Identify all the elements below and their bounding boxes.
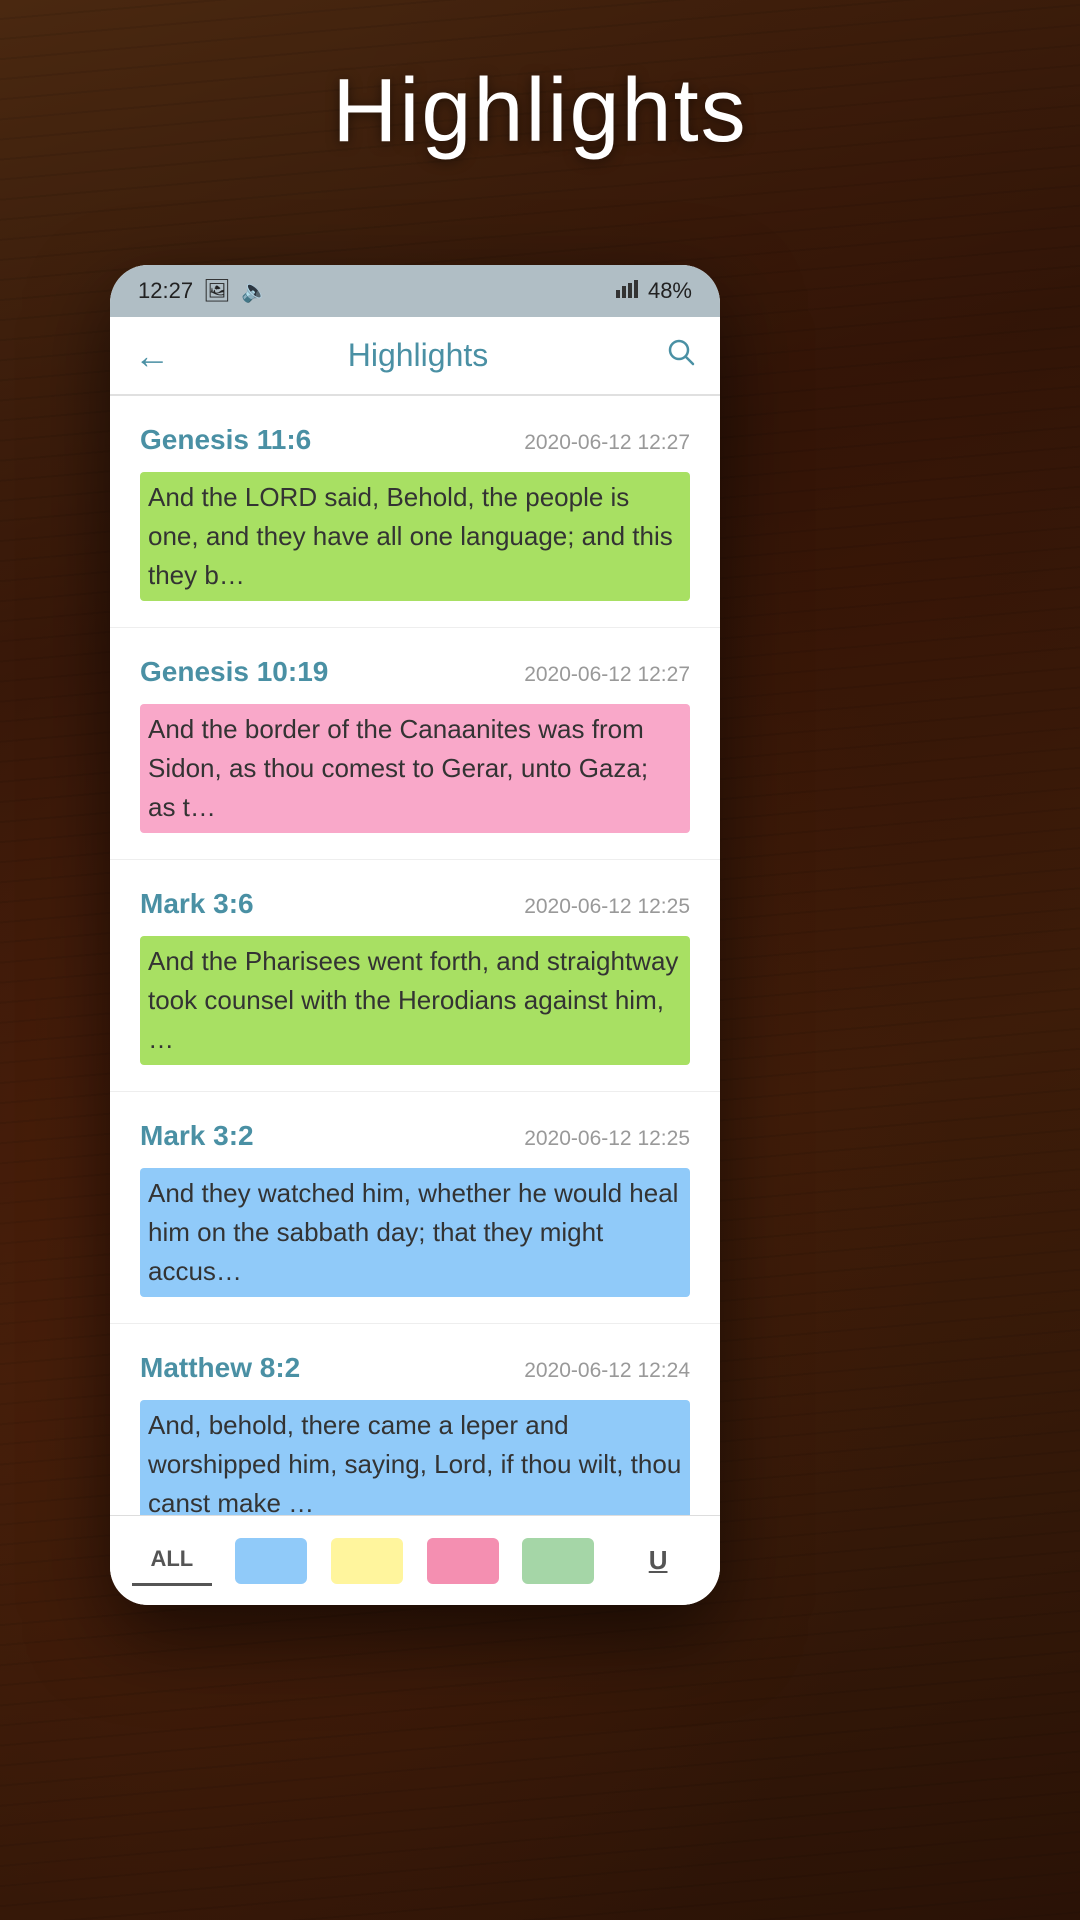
bluetooth-icon: 🔊 — [241, 278, 268, 304]
tab-yellow[interactable] — [331, 1538, 403, 1584]
card-reference-1: Genesis 10:19 — [140, 656, 328, 688]
status-time: 12:27 — [138, 278, 193, 304]
card-text-3: And they watched him, whether he would h… — [140, 1168, 690, 1297]
card-header-4: Matthew 8:2 2020-06-12 12:24 — [140, 1352, 690, 1384]
card-reference-2: Mark 3:6 — [140, 888, 254, 920]
card-date-1: 2020-06-12 12:27 — [524, 663, 690, 687]
card-text-4: And, behold, there came a leper and wors… — [140, 1400, 690, 1516]
photo-icon: 🖼 — [203, 278, 231, 304]
bottom-bar: ALL U — [110, 1515, 720, 1605]
content-area: Genesis 11:6 2020-06-12 12:27 And the LO… — [110, 396, 720, 1516]
card-header-3: Mark 3:2 2020-06-12 12:25 — [140, 1120, 690, 1152]
tab-all[interactable]: ALL — [132, 1536, 212, 1586]
card-date-4: 2020-06-12 12:24 — [524, 1359, 690, 1383]
battery-text: 48% — [648, 278, 692, 304]
tab-all-label: ALL — [150, 1546, 193, 1572]
back-button[interactable]: ← — [134, 338, 170, 374]
card-date-3: 2020-06-12 12:25 — [524, 1127, 690, 1151]
tab-underline-label: U — [649, 1545, 668, 1576]
tab-blue[interactable] — [235, 1538, 307, 1584]
highlight-card-3[interactable]: Mark 3:2 2020-06-12 12:25 And they watch… — [110, 1092, 720, 1324]
card-date-2: 2020-06-12 12:25 — [524, 895, 690, 919]
card-date-0: 2020-06-12 12:27 — [524, 431, 690, 455]
status-bar: 12:27 🖼 🔊 48% — [110, 265, 720, 317]
card-header-2: Mark 3:6 2020-06-12 12:25 — [140, 888, 690, 920]
status-right: 48% — [616, 278, 692, 304]
tab-pink[interactable] — [427, 1538, 499, 1584]
search-button[interactable] — [666, 337, 696, 375]
highlight-card-0[interactable]: Genesis 11:6 2020-06-12 12:27 And the LO… — [110, 396, 720, 628]
app-header: ← Highlights — [110, 317, 720, 395]
page-title: Highlights — [0, 60, 1080, 163]
phone-frame: 12:27 🖼 🔊 48% ← Highlights — [110, 265, 720, 1605]
highlight-card-1[interactable]: Genesis 10:19 2020-06-12 12:27 And the b… — [110, 628, 720, 860]
tab-green[interactable] — [522, 1538, 594, 1584]
card-reference-0: Genesis 11:6 — [140, 424, 311, 456]
card-text-2: And the Pharisees went forth, and straig… — [140, 936, 690, 1065]
card-text-0: And the LORD said, Behold, the people is… — [140, 472, 690, 601]
card-header-0: Genesis 11:6 2020-06-12 12:27 — [140, 424, 690, 456]
highlight-card-2[interactable]: Mark 3:6 2020-06-12 12:25 And the Pharis… — [110, 860, 720, 1092]
status-left: 12:27 🖼 🔊 — [138, 278, 268, 304]
card-text-1: And the border of the Canaanites was fro… — [140, 704, 690, 833]
header-title: Highlights — [348, 337, 489, 374]
signal-icon — [616, 278, 640, 304]
tab-underline[interactable]: U — [618, 1536, 698, 1586]
highlight-card-4[interactable]: Matthew 8:2 2020-06-12 12:24 And, behold… — [110, 1324, 720, 1516]
card-reference-4: Matthew 8:2 — [140, 1352, 300, 1384]
page-title-wrapper: Highlights — [0, 60, 1080, 163]
card-reference-3: Mark 3:2 — [140, 1120, 254, 1152]
card-header-1: Genesis 10:19 2020-06-12 12:27 — [140, 656, 690, 688]
